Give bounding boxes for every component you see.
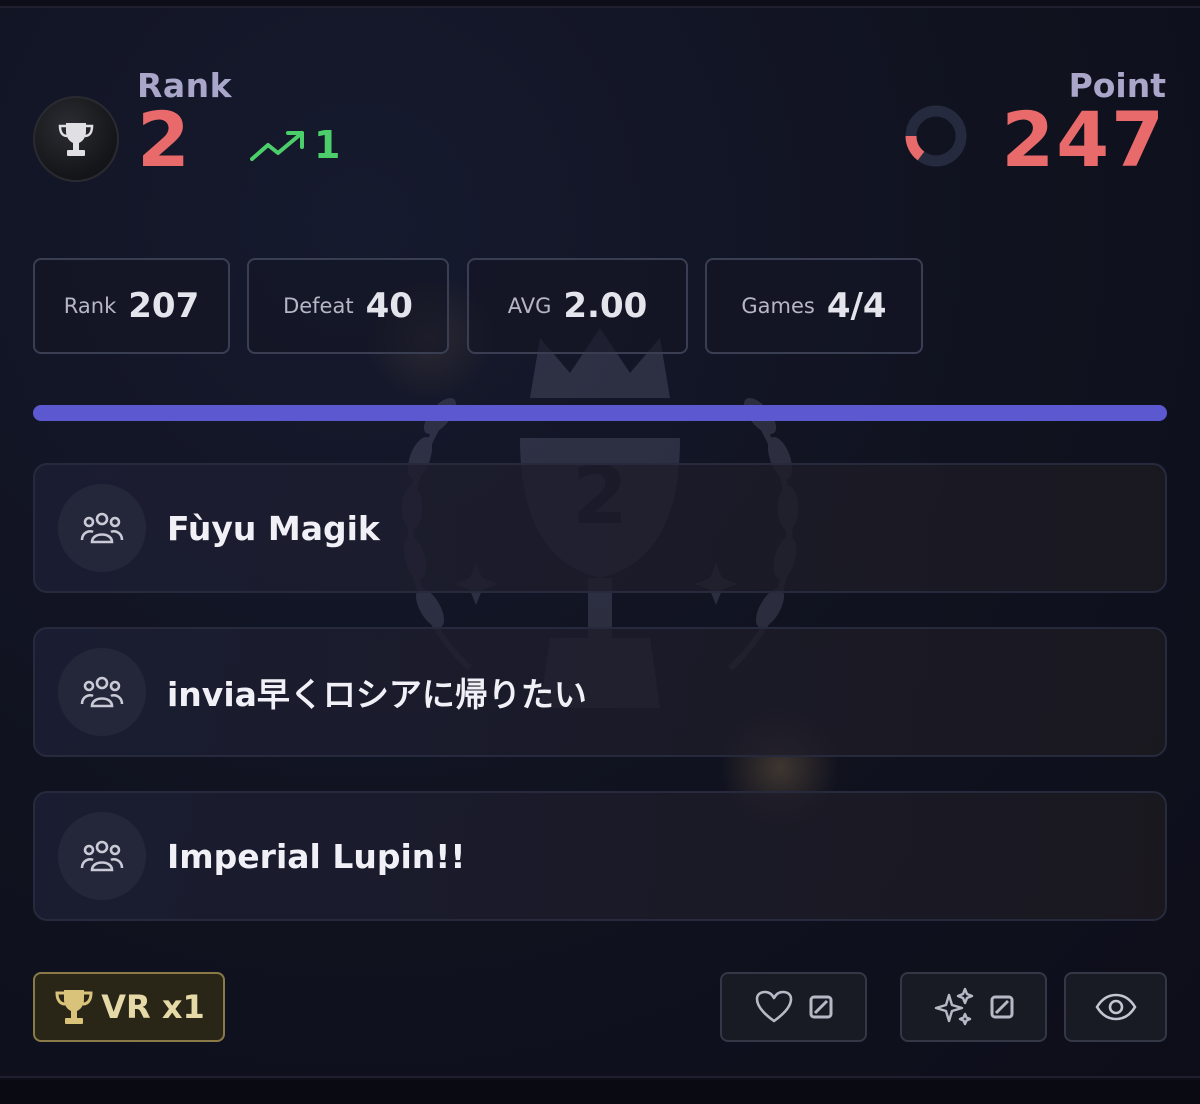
- stat-value: 2.00: [563, 286, 648, 326]
- team-name: invia早くロシアに帰りたい: [167, 675, 587, 714]
- rank-value: 2: [137, 95, 190, 184]
- team-icon: [58, 648, 146, 736]
- rank-change: 1: [314, 123, 341, 167]
- team-icon: [58, 812, 146, 900]
- vr-badge: VR x1: [33, 972, 225, 1042]
- heart-icon: [755, 990, 792, 1023]
- stat-label: Games: [741, 294, 815, 318]
- sparkle-icon: [934, 987, 973, 1026]
- trophy-badge: [33, 96, 119, 182]
- sparkle-button[interactable]: [900, 972, 1047, 1042]
- trophy-icon: [55, 990, 93, 1024]
- team-row[interactable]: Fùyu Magik: [33, 463, 1167, 593]
- eye-icon: [1094, 993, 1137, 1021]
- team-row[interactable]: Imperial Lupin!!: [33, 791, 1167, 921]
- like-button[interactable]: [720, 972, 867, 1042]
- stat-value: 40: [365, 286, 413, 326]
- trending-up-icon: [250, 131, 304, 161]
- view-button[interactable]: [1064, 972, 1167, 1042]
- rank-trend: 1: [250, 126, 340, 164]
- team-name: Imperial Lupin!!: [167, 836, 466, 876]
- stat-games: Games 4/4: [705, 258, 923, 354]
- progress-bar: [33, 405, 1167, 421]
- ranking-card: 2 Rank 2 1 Point 247 Rank 207 Defeat 40: [0, 6, 1200, 1078]
- bottom-edge: [0, 1080, 1200, 1104]
- stat-defeat: Defeat 40: [247, 258, 449, 354]
- stat-value: 207: [128, 286, 200, 326]
- slashed-box-icon: [809, 995, 832, 1019]
- stat-label: Defeat: [283, 294, 354, 318]
- progress-ring-icon: [905, 105, 967, 167]
- point-value: 247: [1001, 95, 1166, 184]
- team-name: Fùyu Magik: [167, 508, 380, 548]
- team-icon: [58, 484, 146, 572]
- trophy-icon: [58, 123, 94, 156]
- progress-fill: [33, 405, 1167, 421]
- stat-rank: Rank 207: [33, 258, 230, 354]
- team-row[interactable]: invia早くロシアに帰りたい: [33, 627, 1167, 757]
- slashed-box-icon: [990, 995, 1013, 1019]
- stat-avg: AVG 2.00: [467, 258, 688, 354]
- stat-value: 4/4: [826, 286, 887, 326]
- stat-label: AVG: [507, 294, 552, 318]
- vr-label: VR x1: [101, 988, 205, 1026]
- stat-label: Rank: [63, 294, 117, 318]
